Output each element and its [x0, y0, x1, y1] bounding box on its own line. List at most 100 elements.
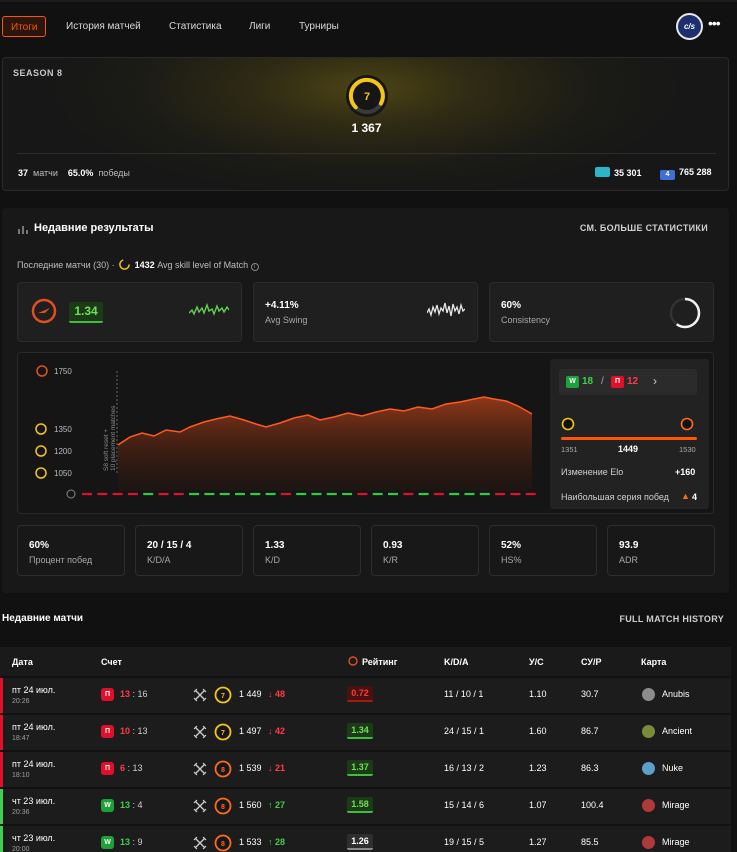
- region-rank[interactable]: 4 765 288: [660, 167, 712, 180]
- match-kr: 1.60: [529, 726, 547, 736]
- elo-area: [118, 397, 532, 491]
- tab-tournaments[interactable]: Турниры: [291, 16, 347, 37]
- stat-kd-value: 1.33: [265, 540, 285, 551]
- match-row[interactable]: пт 24 июл. 20:26 П 13 : 16 7 1 449 ↓ 48 0.72 11 …: [0, 678, 731, 713]
- recent-results-title: Недавние результаты: [34, 222, 154, 234]
- stat-kd[interactable]: 1.33 K/D: [253, 525, 361, 576]
- result-badge: W: [101, 836, 114, 849]
- team-avatar[interactable]: c/s: [676, 13, 703, 40]
- result-badge: П: [101, 688, 114, 701]
- score-own: 13: [120, 800, 131, 810]
- match-rating: 1.58: [347, 797, 373, 813]
- elo-delta: ↑ 28: [268, 837, 285, 847]
- win-loss-summary[interactable]: W 18 / П 12 ›: [559, 369, 697, 395]
- avg-swing-card[interactable]: +4.11% Avg Swing: [253, 282, 478, 342]
- match-map: Mirage: [662, 800, 690, 810]
- country-rank-value: 35 301: [614, 168, 642, 178]
- match-time: 18:47: [12, 735, 30, 742]
- map-icon: [642, 799, 655, 812]
- consistency-card[interactable]: 60% Consistency: [489, 282, 714, 342]
- skill-level-number: 8: [221, 767, 225, 774]
- rating-card[interactable]: 1.34: [17, 282, 242, 342]
- more-stats-link[interactable]: СМ. БОЛЬШЕ СТАТИСТИКИ: [580, 223, 708, 233]
- match-kr: 1.27: [529, 837, 547, 847]
- match-adr: 85.5: [581, 837, 599, 847]
- elo-delta: ↓ 42: [268, 726, 285, 736]
- chart-info-icon[interactable]: [66, 489, 76, 499]
- match-kr: 1.10: [529, 689, 547, 699]
- match-rating: 0.72: [347, 686, 373, 702]
- level-8-marker-icon: [680, 417, 694, 431]
- season-card: SEASON 8 7 1 367 37 матчи 65.0% победы 3…: [2, 57, 729, 191]
- last-matches-label: Последние матчи (30) ·: [17, 260, 115, 270]
- match-date: чт 23 июл.: [12, 833, 56, 843]
- chevron-right-icon[interactable]: ›: [653, 374, 657, 388]
- match-row[interactable]: чт 23 июл. 20:36 W 13 : 4 8 1 560 ↑ 27 1.58 15 /…: [0, 789, 731, 824]
- header-kda[interactable]: K/D/A: [444, 657, 469, 667]
- match-rating: 1.34: [347, 723, 373, 739]
- tab-statistics[interactable]: Статистика: [161, 16, 230, 37]
- stat-kd-label: K/D: [265, 555, 281, 565]
- stat-adr[interactable]: 93.9 ADR: [607, 525, 715, 576]
- skill-level-number: 7: [221, 693, 225, 700]
- match-time: 20:36: [12, 809, 30, 816]
- match-kda: 24 / 15 / 1: [444, 726, 485, 736]
- match-row[interactable]: пт 24 июл. 18:10 П 6 : 13 8 1 539 ↓ 21 1.37 16 /…: [0, 752, 731, 787]
- level-5-icon: [35, 467, 47, 479]
- stat-kr[interactable]: 0.93 K/R: [371, 525, 479, 576]
- match-rating: 1.37: [347, 760, 373, 776]
- info-icon[interactable]: i: [250, 263, 259, 271]
- matches-table-header: Дата Счет Рейтинг K/D/A У/С СУ/Р Карта: [0, 647, 731, 676]
- tab-summary[interactable]: Итоги: [2, 16, 47, 37]
- match-adr: 30.7: [581, 689, 599, 699]
- arrow-down-icon: ↓: [268, 689, 273, 699]
- match-kda: 16 / 13 / 2: [444, 763, 485, 773]
- elo-summary-box: W 18 / П 12 › 1351 1449 1530 Изменение E…: [550, 359, 709, 509]
- elo-delta: ↑ 27: [268, 800, 285, 810]
- stat-kda[interactable]: 20 / 15 / 4 K/D/A: [135, 525, 243, 576]
- recent-matches-title: Недавние матчи: [2, 613, 84, 624]
- match-score: 10 : 13: [120, 726, 148, 736]
- elo-history-chart: 1750 1350 1200 1050 S8 soft reset + 10 p…: [17, 352, 714, 514]
- tick-1200: 1200: [54, 447, 72, 456]
- matches-count: 37: [18, 168, 29, 178]
- header-score[interactable]: Счет: [101, 657, 122, 667]
- matches-label: матчи: [33, 168, 58, 178]
- tab-leagues[interactable]: Лиги: [241, 16, 278, 37]
- stat-winrate-value: 60%: [29, 540, 50, 551]
- stat-winrate[interactable]: 60% Процент побед: [17, 525, 125, 576]
- match-score: 13 : 16: [120, 689, 148, 699]
- tab-match-history[interactable]: История матчей: [58, 16, 149, 37]
- header-date[interactable]: Дата: [12, 657, 33, 667]
- skill-level-small-icon: [119, 259, 130, 270]
- crossed-swords-icon: [193, 762, 207, 776]
- score-opponent: 13: [132, 763, 143, 773]
- more-options-icon[interactable]: •••: [708, 16, 724, 34]
- soft-reset-note-1: S8 soft reset +: [103, 429, 110, 471]
- kz-flag-icon: [595, 167, 610, 177]
- winrate-label: победы: [98, 168, 130, 178]
- top-divider: [0, 0, 737, 2]
- header-map[interactable]: Карта: [641, 657, 666, 667]
- header-rating[interactable]: Рейтинг: [362, 657, 397, 667]
- stat-hs[interactable]: 52% HS%: [489, 525, 597, 576]
- score-opponent: 4: [137, 800, 143, 810]
- elo-change-label: Изменение Elo: [561, 467, 624, 477]
- full-history-link[interactable]: FULL MATCH HISTORY: [619, 614, 724, 624]
- skill-level-icon: 8: [214, 760, 232, 778]
- last-matches-info: Последние матчи (30) · 1432 Avg skill le…: [17, 259, 259, 271]
- level-7-marker-icon: [561, 417, 575, 431]
- match-adr: 86.3: [581, 763, 599, 773]
- rating-value: 1.34: [69, 302, 103, 323]
- score-own: 6: [120, 763, 126, 773]
- rating-header-icon: [348, 656, 358, 666]
- header-kr[interactable]: У/С: [529, 657, 544, 667]
- loss-badge: П: [611, 376, 624, 388]
- match-rating: 1.26: [347, 834, 373, 850]
- country-rank[interactable]: 35 301: [595, 167, 642, 178]
- wl-separator: /: [601, 376, 604, 387]
- match-row[interactable]: чт 23 июл. 20:00 W 13 : 9 8 1 533 ↑ 28 1.26 19 /…: [0, 826, 731, 852]
- score-opponent: 16: [137, 689, 148, 699]
- match-row[interactable]: пт 24 июл. 18:47 П 10 : 13 7 1 497 ↓ 42 1.34 24 …: [0, 715, 731, 750]
- header-adr[interactable]: СУ/Р: [581, 657, 601, 667]
